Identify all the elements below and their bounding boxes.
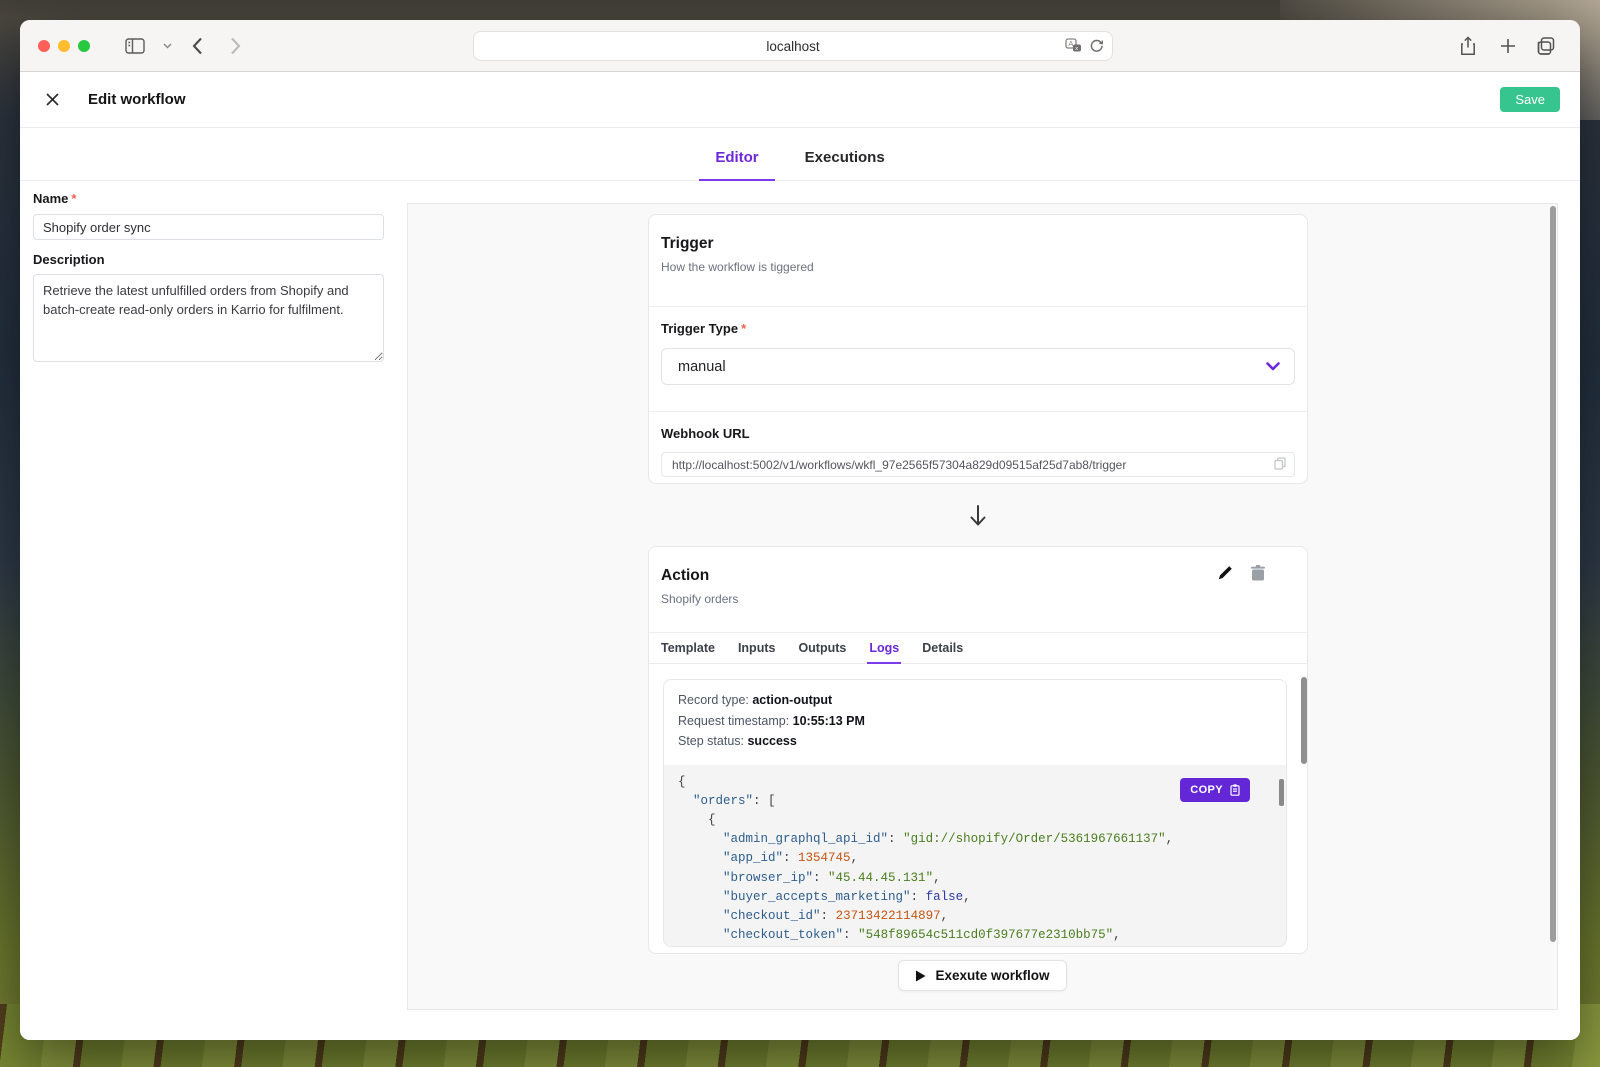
workflow-canvas: Trigger How the workflow is tiggered Tri… <box>407 203 1558 1010</box>
traffic-lights <box>38 40 90 52</box>
name-input[interactable] <box>33 214 384 240</box>
request-timestamp-value: 10:55:13 PM <box>793 714 865 728</box>
tab-details[interactable]: Details <box>922 633 963 663</box>
request-timestamp-row: Request timestamp: 10:55:13 PM <box>678 714 1272 728</box>
chevron-down-icon <box>1266 362 1280 371</box>
action-card-header: Action Shopify orders <box>649 547 1307 633</box>
minimize-traffic-light[interactable] <box>58 40 70 52</box>
copy-icon[interactable] <box>1274 457 1286 473</box>
workflow-form: Name* Description Retrieve the latest un… <box>20 181 407 1040</box>
reload-icon[interactable] <box>1089 38 1104 56</box>
tab-outputs[interactable]: Outputs <box>798 633 846 663</box>
delete-trash-icon[interactable] <box>1251 565 1265 586</box>
required-asterisk: * <box>71 191 76 206</box>
editor-content: Name* Description Retrieve the latest un… <box>20 181 1580 1040</box>
back-icon[interactable] <box>184 34 210 58</box>
trigger-type-select[interactable]: manual <box>661 348 1295 385</box>
trigger-type-value: manual <box>678 359 726 375</box>
new-tab-icon[interactable] <box>1495 34 1521 58</box>
record-type-value: action-output <box>752 693 832 707</box>
tab-executions[interactable]: Executions <box>799 149 891 180</box>
flow-arrow-icon <box>648 496 1308 536</box>
tab-editor[interactable]: Editor <box>709 149 764 180</box>
description-textarea[interactable]: Retrieve the latest unfulfilled orders f… <box>33 274 384 362</box>
trigger-title: Trigger <box>661 235 1295 253</box>
close-icon[interactable] <box>40 88 64 112</box>
trigger-subtitle: How the workflow is tiggered <box>661 260 1295 274</box>
webhook-url-label: Webhook URL <box>661 426 1295 441</box>
workflow-tab-bar: Editor Executions <box>20 128 1580 181</box>
workflow-header: Edit workflow Save <box>20 72 1580 128</box>
required-asterisk: * <box>741 321 746 336</box>
trigger-card: Trigger How the workflow is tiggered Tri… <box>648 214 1308 484</box>
play-icon <box>915 970 926 982</box>
save-button[interactable]: Save <box>1500 87 1560 112</box>
step-status-value: success <box>747 734 796 748</box>
action-title: Action <box>661 567 1295 585</box>
share-icon[interactable] <box>1455 34 1481 58</box>
execute-workflow-button[interactable]: Exexute workflow <box>898 960 1066 991</box>
log-record-card: Record type: action-output Request times… <box>663 679 1287 947</box>
tab-logs[interactable]: Logs <box>869 633 899 663</box>
code-scrollbar-thumb[interactable] <box>1279 779 1284 806</box>
address-bar-url: localhost <box>766 39 819 54</box>
webhook-section: Webhook URL http://localhost:5002/v1/wor… <box>649 412 1307 493</box>
webhook-url-value: http://localhost:5002/v1/workflows/wkfl_… <box>672 458 1126 472</box>
canvas-scrollbar-thumb[interactable] <box>1550 206 1556 942</box>
record-type-row: Record type: action-output <box>678 693 1272 707</box>
forward-icon[interactable] <box>222 34 248 58</box>
browser-toolbar: localhost A x <box>20 20 1580 72</box>
zoom-traffic-light[interactable] <box>78 40 90 52</box>
translate-icon[interactable]: A x <box>1065 38 1082 56</box>
log-panel-scrollbar-thumb[interactable] <box>1301 677 1307 764</box>
action-tab-bar: Template Inputs Outputs Logs Details <box>649 633 1307 664</box>
tab-inputs[interactable]: Inputs <box>738 633 776 663</box>
svg-text:x: x <box>1075 46 1078 52</box>
description-label: Description <box>33 252 394 267</box>
tab-overview-icon[interactable] <box>1533 34 1559 58</box>
trigger-card-header: Trigger How the workflow is tiggered <box>649 215 1307 307</box>
trigger-type-label: Trigger Type* <box>661 321 1295 336</box>
action-subtitle: Shopify orders <box>661 592 1295 606</box>
edit-pencil-icon[interactable] <box>1217 565 1233 586</box>
clipboard-icon <box>1230 784 1240 796</box>
json-output-viewer: { "orders": [ { "admin_graphql_api_id": … <box>664 765 1286 947</box>
browser-window: localhost A x <box>20 20 1580 1040</box>
sidebar-icon[interactable] <box>122 34 148 58</box>
name-label: Name* <box>33 191 394 206</box>
page-title: Edit workflow <box>88 91 186 108</box>
address-bar[interactable]: localhost A x <box>473 31 1113 61</box>
action-card: Action Shopify orders <box>648 546 1308 954</box>
trigger-type-section: Trigger Type* manual <box>649 307 1307 412</box>
svg-text:A: A <box>1068 39 1073 48</box>
log-record-info: Record type: action-output Request times… <box>664 680 1286 765</box>
step-status-row: Step status: success <box>678 734 1272 748</box>
close-traffic-light[interactable] <box>38 40 50 52</box>
copy-button[interactable]: COPY <box>1180 778 1250 802</box>
webhook-url-field[interactable]: http://localhost:5002/v1/workflows/wkfl_… <box>661 452 1295 477</box>
tab-template[interactable]: Template <box>661 633 715 663</box>
sidebar-chevron-down-icon[interactable] <box>154 34 180 58</box>
